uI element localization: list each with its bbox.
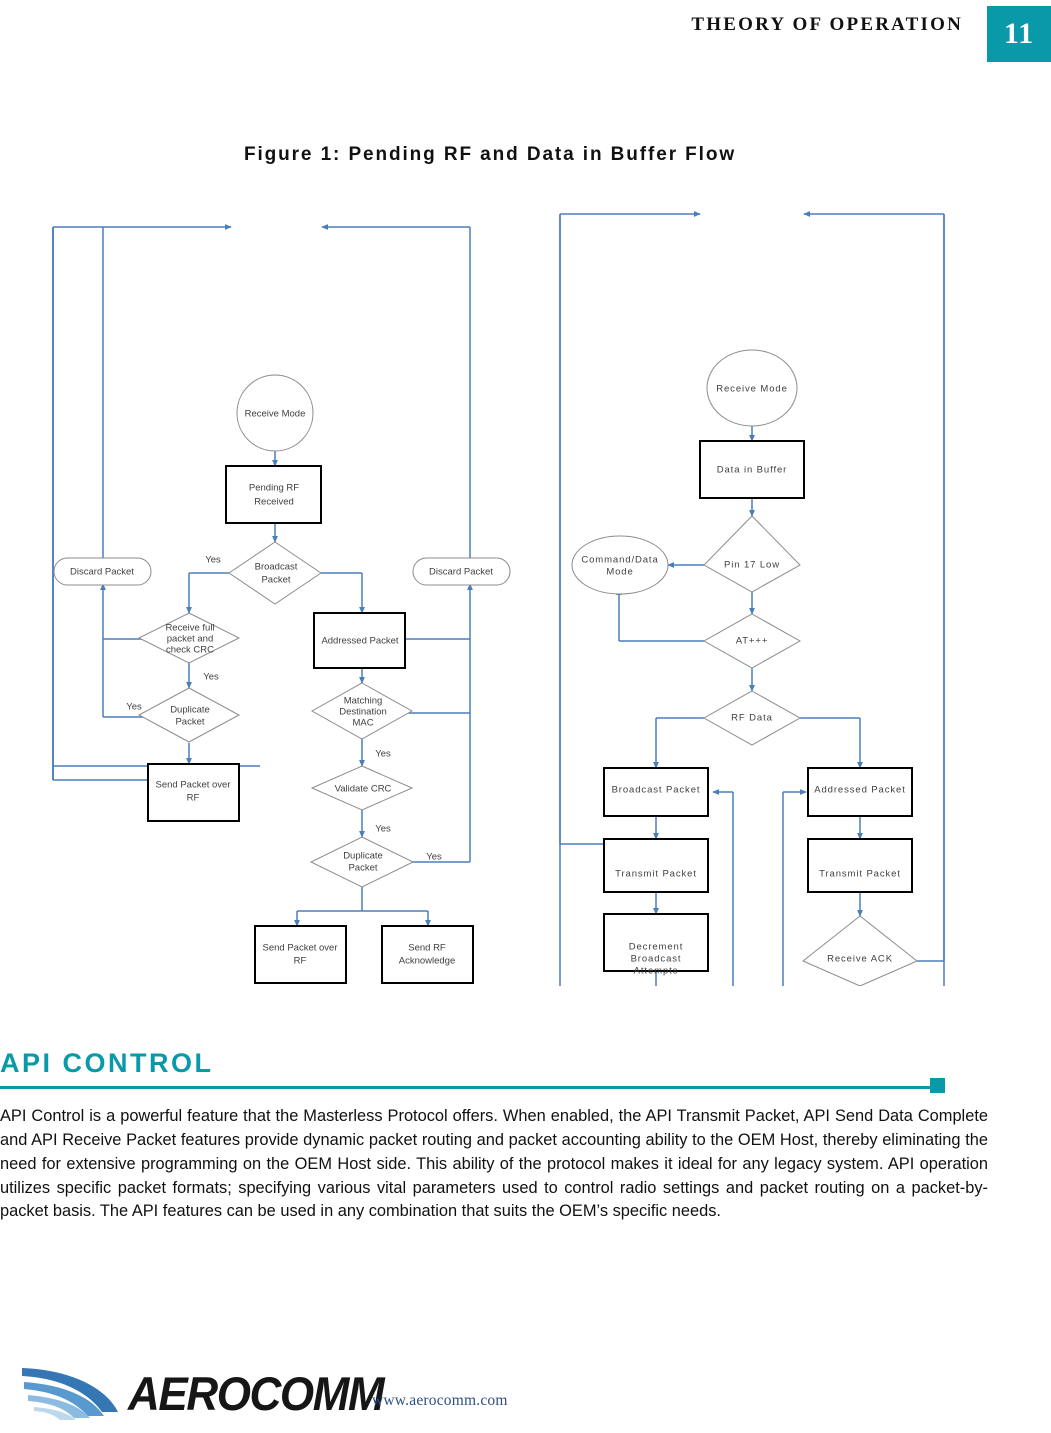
node-broadcast-packet-decision xyxy=(228,541,322,605)
node-transmit-packet-left-label: Transmit Packet xyxy=(615,869,697,880)
aerocomm-logo: AEROCOMM xyxy=(14,1362,385,1424)
node-validate-crc-label: Validate CRC xyxy=(335,784,392,795)
node-pin-17-low-decision xyxy=(703,515,801,593)
node-transmit-packet-right xyxy=(807,838,913,893)
page-footer: AEROCOMM www.aerocomm.com xyxy=(0,1362,1051,1433)
node-send-packet-over-rf-left-line1: Send Packet over xyxy=(156,780,231,791)
node-receive-mode-label: Receive Mode xyxy=(245,409,306,420)
node-send-packet-over-rf-bottom-line1: Send Packet over xyxy=(263,943,338,954)
node-at-plus-plus-plus-label: AT+++ xyxy=(736,636,769,647)
node-matching-mac-line1: Matching xyxy=(344,696,383,707)
edge-label-duplicate-left-yes: Yes xyxy=(126,702,142,713)
figure-title: Figure 1: Pending RF and Data in Buffer … xyxy=(243,144,737,165)
node-receive-full-line2: packet and xyxy=(167,634,213,645)
edge-label-broadcast-yes: Yes xyxy=(205,555,221,566)
node-command-data-mode-line2: Mode xyxy=(606,567,633,578)
node-transmit-packet-left xyxy=(603,838,709,893)
node-decrement-broadcast-line3: Attempts xyxy=(634,966,679,977)
node-rf-data-label: RF Data xyxy=(731,713,773,724)
node-matching-mac-line3: MAC xyxy=(352,718,373,729)
node-send-rf-acknowledge-line2: Acknowledge xyxy=(399,956,456,967)
figure-flowcharts: Receive Mode Pending RF Received Broadca… xyxy=(0,186,1051,986)
node-broadcast-packet-line1: Broadcast xyxy=(255,562,298,573)
node-broadcast-packet-right-flow-label: Broadcast Packet xyxy=(612,785,701,796)
left-flowchart: Receive Mode Pending RF Received Broadca… xyxy=(52,224,511,984)
node-addressed-packet-left-flow-label: Addressed Packet xyxy=(321,636,398,647)
node-command-data-mode-line1: Command/Data xyxy=(581,555,658,566)
node-duplicate-packet-left-line1: Duplicate xyxy=(170,705,210,716)
node-addressed-packet-right-flow-label: Addressed Packet xyxy=(814,785,906,796)
page-header: THEORY OF OPERATION 11 xyxy=(0,0,1051,62)
node-pending-rf-received-line1: Pending RF xyxy=(249,483,299,494)
section-heading-api-control: API CONTROL xyxy=(0,1048,214,1078)
node-receive-full-line1: Receive full xyxy=(165,623,214,634)
header-title: THEORY OF OPERATION xyxy=(691,14,963,35)
node-discard-packet-right-label: Discard Packet xyxy=(429,567,493,578)
edge-label-validate-crc-yes: Yes xyxy=(375,824,391,835)
node-broadcast-packet-line2: Packet xyxy=(261,575,290,586)
node-pending-rf-received xyxy=(225,465,322,524)
edge-label-receive-full-yes: Yes xyxy=(203,672,219,683)
node-matching-mac-line2: Destination xyxy=(339,707,387,718)
section-rule xyxy=(0,1086,944,1089)
node-data-in-buffer-label: Data in Buffer xyxy=(717,465,788,476)
footer-url: www.aerocomm.com xyxy=(372,1392,508,1409)
edge-label-matching-mac-yes: Yes xyxy=(375,749,391,760)
page-number: 11 xyxy=(1003,17,1035,50)
node-send-rf-acknowledge xyxy=(381,925,474,984)
node-receive-ack-decision xyxy=(802,915,918,986)
aerocomm-wordmark: AEROCOMM xyxy=(128,1368,385,1421)
node-decrement-broadcast-line1: Decrement xyxy=(629,942,684,953)
node-receive-full-line3: check CRC xyxy=(166,645,214,656)
node-send-rf-acknowledge-line1: Send RF xyxy=(408,943,446,954)
right-flowchart: Receive Mode Data in Buffer Command/Data… xyxy=(559,211,945,986)
flowchart-svg: Receive Mode Pending RF Received Broadca… xyxy=(52,211,945,986)
node-duplicate-packet-right-line1: Duplicate xyxy=(343,851,383,862)
node-duplicate-packet-left-line2: Packet xyxy=(175,717,204,728)
node-receive-mode-right-label: Receive Mode xyxy=(716,384,788,395)
aerocomm-swoosh-icon xyxy=(22,1368,118,1420)
edge-label-duplicate-right-yes: Yes xyxy=(426,852,442,863)
node-pending-rf-received-line2: Received xyxy=(254,497,294,508)
node-send-packet-over-rf-bottom-line2: RF xyxy=(294,956,307,967)
node-decrement-broadcast-line2: Broadcast xyxy=(631,954,682,965)
api-control-body-text: API Control is a powerful feature that t… xyxy=(0,1107,988,1221)
node-discard-packet-left-label: Discard Packet xyxy=(70,567,134,578)
node-duplicate-packet-right-line2: Packet xyxy=(348,863,377,874)
node-send-packet-over-rf-left-line2: RF xyxy=(187,793,200,804)
node-receive-ack-label: Receive ACK xyxy=(827,954,893,965)
node-pin-17-low-label: Pin 17 Low xyxy=(724,560,780,571)
section-rule-endcap xyxy=(930,1078,945,1093)
node-transmit-packet-right-label: Transmit Packet xyxy=(819,869,901,880)
node-send-packet-over-rf-bottom xyxy=(254,925,347,984)
page-number-badge: 11 xyxy=(987,6,1051,62)
